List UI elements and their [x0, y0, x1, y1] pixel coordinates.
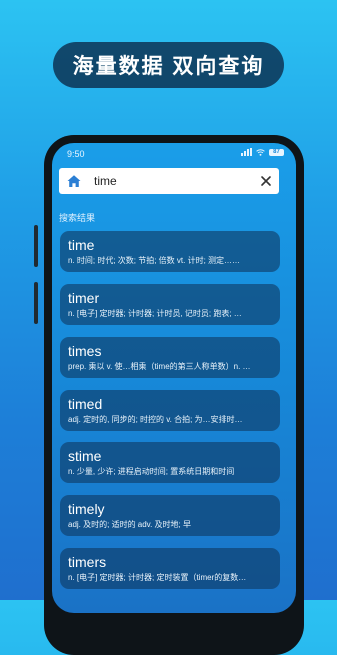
- result-word: timers: [68, 554, 107, 570]
- result-definition: adj. 及时的; 适时的 adv. 及时地; 早: [68, 520, 191, 529]
- result-word: stime: [68, 448, 102, 464]
- phone-side-button: [34, 225, 38, 267]
- result-definition: n. [电子] 定时器; 计时器; 计时员, 记时员; 跑表; …: [68, 309, 242, 318]
- battery-icon: 87: [269, 148, 284, 156]
- result-item[interactable]: times prep. 乘以 v. 使…相乘（time的第三人称单数）n. …: [60, 337, 280, 378]
- search-input[interactable]: time: [94, 174, 117, 188]
- result-item[interactable]: time n. 时间; 时代; 次数; 节拍; 倍数 vt. 计时; 测定……: [60, 231, 280, 272]
- result-definition: n. [电子] 定时器; 计时器; 定时装置（timer的复数…: [68, 573, 247, 582]
- app-screen: 9:50 87 time 搜索结果 time n. 时间; 时代; 次数; 节拍…: [52, 143, 296, 613]
- cellular-signal-icon: [241, 148, 252, 156]
- result-item[interactable]: timers n. [电子] 定时器; 计时器; 定时装置（timer的复数…: [60, 548, 280, 589]
- result-word: timely: [68, 501, 105, 517]
- result-word: timed: [68, 396, 103, 412]
- result-word: times: [68, 343, 102, 359]
- result-word: timer: [68, 290, 100, 306]
- close-icon[interactable]: [259, 174, 273, 188]
- home-icon[interactable]: [66, 173, 82, 189]
- result-definition: n. 少量, 少许; 进程启动时间; 置系统日期和时间: [68, 467, 235, 476]
- phone-side-button: [34, 282, 38, 324]
- result-item[interactable]: stime n. 少量, 少许; 进程启动时间; 置系统日期和时间: [60, 442, 280, 483]
- result-item[interactable]: timely adj. 及时的; 适时的 adv. 及时地; 早: [60, 495, 280, 536]
- result-word: time: [68, 237, 95, 253]
- status-time: 9:50: [67, 149, 85, 159]
- result-definition: n. 时间; 时代; 次数; 节拍; 倍数 vt. 计时; 测定……: [68, 256, 241, 265]
- result-definition: prep. 乘以 v. 使…相乘（time的第三人称单数）n. …: [68, 362, 251, 371]
- result-definition: adj. 定时的, 同步的; 时控的 v. 合拍; 为…安排时…: [68, 415, 243, 424]
- result-item[interactable]: timer n. [电子] 定时器; 计时器; 计时员, 记时员; 跑表; …: [60, 284, 280, 325]
- search-bar[interactable]: time: [59, 168, 279, 194]
- status-bar: 9:50 87: [52, 143, 296, 163]
- result-item[interactable]: timed adj. 定时的, 同步的; 时控的 v. 合拍; 为…安排时…: [60, 390, 280, 431]
- search-results-label: 搜索结果: [59, 213, 96, 223]
- promo-headline: 海量数据 双向查询: [53, 42, 284, 88]
- wifi-icon: [256, 148, 265, 156]
